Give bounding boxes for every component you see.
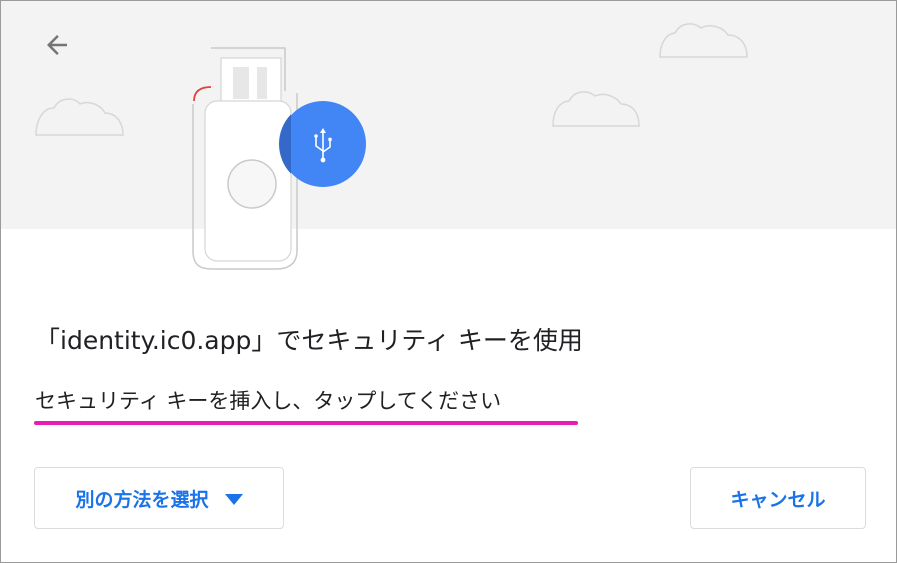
highlight-underline <box>34 421 578 425</box>
illustration-background <box>1 1 896 229</box>
security-key-dialog: 「identity.ic0.app」でセキュリティ キーを使用 セキュリティ キ… <box>0 0 897 563</box>
choose-method-button[interactable]: 別の方法を選択 <box>34 467 284 529</box>
dialog-title: 「identity.ic0.app」でセキュリティ キーを使用 <box>35 326 583 355</box>
back-button[interactable] <box>37 25 77 65</box>
back-arrow-icon <box>47 35 67 55</box>
cancel-label: キャンセル <box>730 488 826 511</box>
instruction-text: セキュリティ キーを挿入し、タップしてください <box>35 389 502 413</box>
cancel-button[interactable]: キャンセル <box>690 467 866 529</box>
caret-down-icon <box>224 493 243 505</box>
choose-method-label: 別の方法を選択 <box>75 488 209 511</box>
